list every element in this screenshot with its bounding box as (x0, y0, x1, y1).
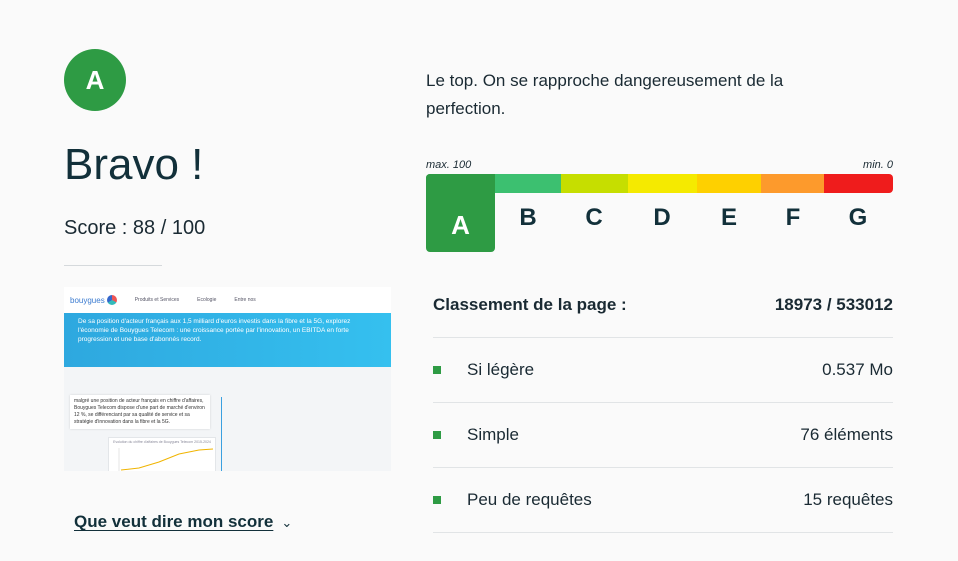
grade-segment-b (495, 174, 561, 193)
score-explanation-link[interactable]: Que veut dire mon score ⌄ (74, 512, 292, 532)
grade-letter-g: G (848, 204, 868, 231)
stat-row-elements: Simple 76 éléments (433, 403, 893, 468)
bouygues-logo: bouygues (70, 295, 117, 305)
grade-letter-e: E (720, 204, 737, 231)
score-description: Le top. On se rapproche dangereusement d… (426, 71, 784, 118)
stat-label: Si légère (467, 360, 535, 379)
grade-segment-e (697, 174, 761, 193)
stat-row-requests: Peu de requêtes 15 requêtes (433, 468, 893, 533)
page-screenshot-thumbnail: bouygues Produits et Services Ecologie E… (64, 287, 391, 471)
grade-letters: B C D E F G (426, 204, 893, 250)
grade-segment-c (561, 174, 628, 193)
thumbnail-chart: Evolution du chiffre d'affaires de Bouyg… (108, 437, 216, 471)
scale-labels: max. 100 min. 0 (426, 159, 893, 171)
bullet-icon (433, 431, 441, 439)
grade-segment-g (824, 174, 893, 193)
stat-row-weight: Si légère 0.537 Mo (433, 338, 893, 403)
grade-badge: A (64, 49, 126, 111)
thumbnail-divider (221, 397, 222, 471)
stat-value: 15 requêtes (803, 490, 893, 509)
thumbnail-nav-item: Entre nos (234, 297, 256, 303)
score-text: Score : 88 / 100 (64, 217, 206, 239)
thumbnail-nav-item: Ecologie (197, 297, 217, 303)
page-title: Bravo ! (64, 140, 204, 189)
bullet-icon (433, 496, 441, 504)
stat-value: 0.537 Mo (822, 360, 893, 379)
thumbnail-logo-text: bouygues (70, 295, 105, 305)
scale-min-label: min. 0 (863, 159, 893, 171)
grade-scale: A B C D E F G (426, 174, 893, 254)
ranking-label: Classement de la page : (433, 295, 627, 314)
scale-max-label: max. 100 (426, 159, 472, 171)
thumbnail-hero: De sa position d'acteur français aux 1,5… (64, 313, 391, 367)
bullet-icon (433, 366, 441, 374)
ranking-row: Classement de la page : 18973 / 533012 (433, 273, 893, 338)
grade-letter-b: B (519, 204, 537, 231)
grade-letter-f: F (785, 204, 801, 231)
grade-letter-d: D (653, 204, 671, 231)
stat-label: Simple (467, 425, 519, 444)
grade-segment-f (761, 174, 824, 193)
grade-segment-d (628, 174, 697, 193)
stats-list: Classement de la page : 18973 / 533012 S… (433, 273, 893, 533)
thumbnail-nav: bouygues Produits et Services Ecologie E… (64, 287, 391, 313)
thumbnail-chart-line (118, 448, 214, 471)
grade-letter-c: C (585, 204, 603, 231)
score-link-label: Que veut dire mon score (74, 512, 274, 531)
thumbnail-card: malgré une position de acteur français e… (70, 395, 210, 429)
stat-value: 76 éléments (800, 425, 893, 444)
stat-label: Peu de requêtes (467, 490, 592, 509)
grade-scale-bar (426, 174, 893, 193)
divider (64, 265, 162, 266)
chevron-down-icon: ⌄ (281, 515, 293, 530)
thumbnail-nav-item: Produits et Services (134, 297, 180, 303)
ranking-value: 18973 / 533012 (774, 295, 893, 314)
